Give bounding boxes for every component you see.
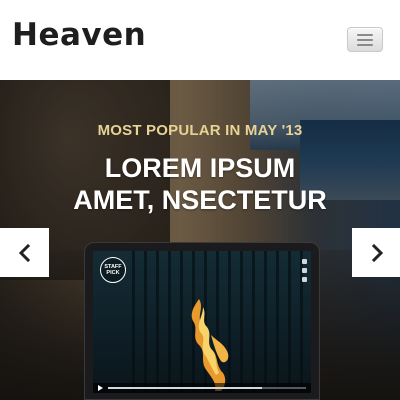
play-icon[interactable] [98,385,103,391]
slide-headline-line-2: AMET, NSECTETUR [73,185,327,215]
video-side-actions [300,259,308,282]
laptop-mockup: STAFF PICK [84,242,320,400]
hamburger-icon-bar [357,38,373,41]
badge-line-2: PICK [106,270,120,276]
video-controls [93,383,311,393]
later-icon[interactable] [301,268,307,273]
fire-figure-icon [191,299,229,391]
logo[interactable]: Heaven [12,17,146,53]
like-icon[interactable] [301,259,307,264]
slider-next-button[interactable] [352,228,400,277]
hamburger-icon [357,33,373,36]
staff-pick-badge: STAFF PICK [100,257,126,283]
hamburger-icon-bar [357,43,373,46]
video-progress-bar[interactable] [108,387,306,389]
slide-tagline: MOST POPULAR IN MAY '13 [97,122,303,139]
chevron-right-icon [371,243,383,262]
menu-toggle-button[interactable] [347,27,383,52]
chevron-left-icon [18,243,30,262]
slider-prev-button[interactable] [0,228,49,277]
header: Heaven [0,0,400,80]
share-icon[interactable] [301,277,307,282]
slide-headline-line-1: LOREM IPSUM [104,153,296,183]
video-progress-fill [108,387,263,389]
laptop-screen: STAFF PICK [93,251,311,393]
hero-slider: MOST POPULAR IN MAY '13 LOREM IPSUM AMET… [0,80,400,400]
slide-headline: LOREM IPSUM AMET, NSECTETUR [0,152,400,216]
